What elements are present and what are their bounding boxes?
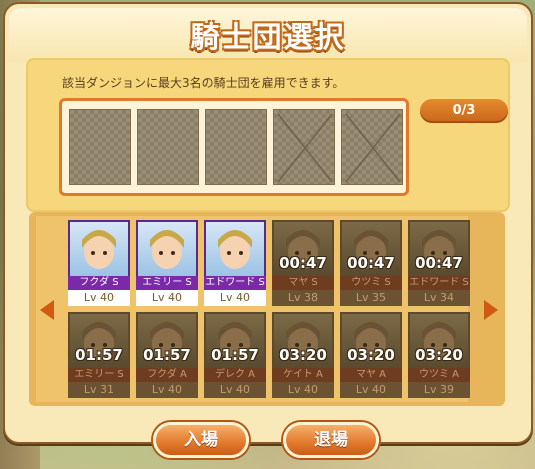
party-slot-1[interactable] xyxy=(69,109,131,185)
hire-counter: 0/3 xyxy=(420,99,508,123)
knight-name: マヤ A xyxy=(340,368,402,382)
cross-icon xyxy=(277,113,333,183)
knight-level: Lv 38 xyxy=(272,290,334,306)
knight-face-icon xyxy=(218,230,252,269)
knight-level: Lv 40 xyxy=(204,382,266,398)
cooldown-timer: 00:47 xyxy=(279,254,327,272)
knight-card[interactable]: 03:20 ケイト A Lv 40 xyxy=(272,312,334,398)
party-slot-2[interactable] xyxy=(137,109,199,185)
enter-button[interactable]: 入場 xyxy=(153,422,249,458)
knight-name: エミリー S xyxy=(136,276,198,290)
knight-portrait xyxy=(204,220,266,278)
exit-button[interactable]: 退場 xyxy=(283,422,379,458)
arrow-left-icon[interactable] xyxy=(40,300,54,320)
knight-level: Lv 40 xyxy=(136,382,198,398)
knight-name: フクダ S xyxy=(68,276,130,290)
knight-card[interactable]: フクダ S Lv 40 xyxy=(68,220,130,306)
window-title: 騎士団選択 xyxy=(190,20,346,54)
cooldown-timer: 03:20 xyxy=(415,346,463,364)
knight-name: エドワード S xyxy=(204,276,266,290)
knight-name: ウツミ A xyxy=(408,368,470,382)
knight-card[interactable]: 03:20 ウツミ A Lv 39 xyxy=(408,312,470,398)
cooldown-timer: 00:47 xyxy=(415,254,463,272)
knight-card[interactable]: エミリー S Lv 40 xyxy=(136,220,198,306)
cooldown-timer: 01:57 xyxy=(211,346,259,364)
knight-card[interactable]: 03:20 マヤ A Lv 40 xyxy=(340,312,402,398)
knight-card[interactable]: 01:57 エミリー S Lv 31 xyxy=(68,312,130,398)
knight-face-icon xyxy=(82,230,116,269)
cooldown-timer: 00:47 xyxy=(347,254,395,272)
party-slot-4-locked xyxy=(273,109,335,185)
knight-level: Lv 40 xyxy=(136,290,198,306)
party-slot-5-locked xyxy=(341,109,403,185)
knight-level: Lv 40 xyxy=(204,290,266,306)
knight-card[interactable]: 00:47 ウツミ S Lv 35 xyxy=(340,220,402,306)
knight-card[interactable]: 01:57 フクダ A Lv 40 xyxy=(136,312,198,398)
knight-portrait xyxy=(68,220,130,278)
arrow-right-icon[interactable] xyxy=(484,300,498,320)
knight-level: Lv 35 xyxy=(340,290,402,306)
knight-card[interactable]: 00:47 エドワード S Lv 34 xyxy=(408,220,470,306)
knight-name: デレク A xyxy=(204,368,266,382)
knight-name: エミリー S xyxy=(68,368,130,382)
cooldown-timer: 01:57 xyxy=(143,346,191,364)
description-text: 該当ダンジョンに最大3名の騎士団を雇用できます。 xyxy=(62,76,345,90)
knight-name: マヤ S xyxy=(272,276,334,290)
party-slots xyxy=(59,98,409,196)
knight-name: ウツミ S xyxy=(340,276,402,290)
knight-name: エドワード S xyxy=(408,276,470,290)
knight-level: Lv 40 xyxy=(68,290,130,306)
knight-level: Lv 40 xyxy=(272,382,334,398)
knight-level: Lv 40 xyxy=(340,382,402,398)
knight-name: フクダ A xyxy=(136,368,198,382)
knight-portrait xyxy=(136,220,198,278)
cross-icon xyxy=(345,113,401,183)
knight-level: Lv 34 xyxy=(408,290,470,306)
cooldown-timer: 01:57 xyxy=(75,346,123,364)
knight-card[interactable]: 00:47 マヤ S Lv 38 xyxy=(272,220,334,306)
cooldown-timer: 03:20 xyxy=(279,346,327,364)
knight-level: Lv 31 xyxy=(68,382,130,398)
knight-level: Lv 39 xyxy=(408,382,470,398)
knight-card[interactable]: 01:57 デレク A Lv 40 xyxy=(204,312,266,398)
party-slot-3[interactable] xyxy=(205,109,267,185)
knight-face-icon xyxy=(150,230,184,269)
cooldown-timer: 03:20 xyxy=(347,346,395,364)
knight-name: ケイト A xyxy=(272,368,334,382)
knight-card[interactable]: エドワード S Lv 40 xyxy=(204,220,266,306)
